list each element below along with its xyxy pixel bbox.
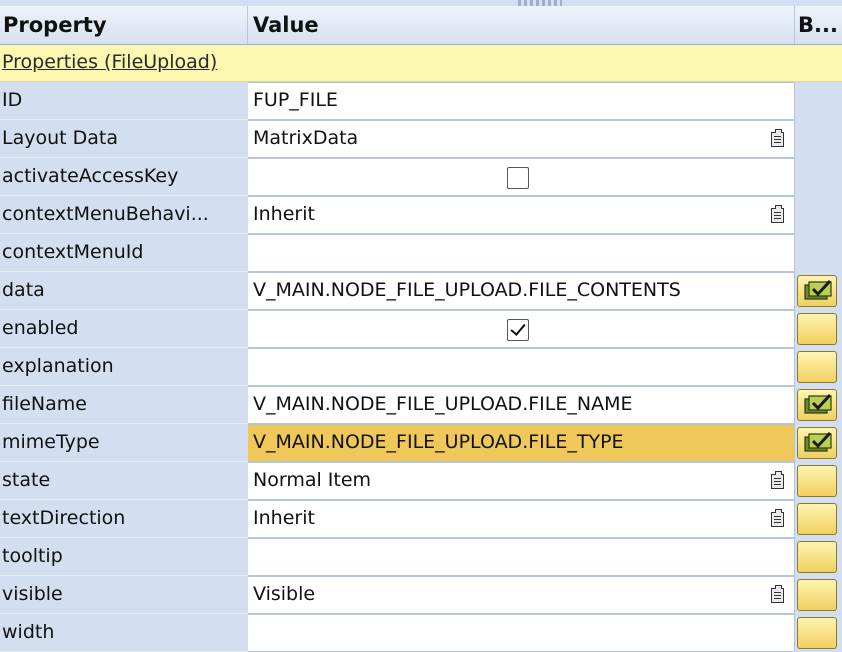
binding-button[interactable] <box>797 313 837 345</box>
binding-button[interactable] <box>797 465 837 497</box>
binding-cell <box>795 386 842 424</box>
property-row[interactable]: width <box>0 614 842 652</box>
binding-button[interactable] <box>797 427 837 459</box>
property-name: tooltip <box>0 538 248 576</box>
property-row[interactable]: state Normal Item <box>0 462 842 500</box>
property-group-header[interactable]: Properties (FileUpload) <box>0 45 842 82</box>
binding-button[interactable] <box>797 389 837 421</box>
binding-cell <box>795 462 842 500</box>
property-row[interactable]: tooltip <box>0 538 842 576</box>
property-name: visible <box>0 576 248 614</box>
property-value-text[interactable] <box>248 348 795 386</box>
property-row[interactable]: contextMenuBehavi... Inherit <box>0 196 842 234</box>
binding-cell <box>795 614 842 652</box>
property-value-text[interactable] <box>248 614 795 652</box>
property-name: contextMenuId <box>0 234 248 272</box>
property-row[interactable]: visible Visible <box>0 576 842 614</box>
binding-cell <box>795 82 842 120</box>
property-row[interactable]: textDirection Inherit <box>0 500 842 538</box>
binding-cell <box>795 234 842 272</box>
binding-button[interactable] <box>797 503 837 535</box>
property-grid-header: Property Value B... <box>0 6 842 45</box>
property-name: fileName <box>0 386 248 424</box>
value-help-icon[interactable] <box>771 129 784 147</box>
property-row[interactable]: data V_MAIN.NODE_FILE_UPLOAD.FILE_CONTENT… <box>0 272 842 310</box>
property-value-text: Inherit <box>253 203 315 225</box>
property-row[interactable]: mimeType V_MAIN.NODE_FILE_UPLOAD.FILE_TYP… <box>0 424 842 462</box>
property-row[interactable]: ID FUP_FILE <box>0 82 842 120</box>
binding-cell <box>795 348 842 386</box>
binding-cell <box>795 120 842 158</box>
property-value-text: V_MAIN.NODE_FILE_UPLOAD.FILE_CONTENTS <box>253 279 681 301</box>
binding-check-icon <box>804 280 832 300</box>
property-row[interactable]: explanation <box>0 348 842 386</box>
binding-check-icon <box>804 394 832 414</box>
property-name: state <box>0 462 248 500</box>
binding-button[interactable] <box>797 617 837 649</box>
property-value-checkbox[interactable] <box>248 158 795 196</box>
property-group-label[interactable]: Properties (FileUpload) <box>2 49 217 75</box>
binding-cell <box>795 424 842 462</box>
property-value-text[interactable] <box>248 538 795 576</box>
column-header-value[interactable]: Value <box>248 6 795 44</box>
property-value-text: Visible <box>253 583 316 605</box>
property-name: textDirection <box>0 500 248 538</box>
column-header-property[interactable]: Property <box>0 6 248 44</box>
binding-button[interactable] <box>797 541 837 573</box>
binding-cell <box>795 272 842 310</box>
property-value-dropdown[interactable]: Normal Item <box>248 462 795 500</box>
property-checkbox[interactable] <box>507 319 529 341</box>
value-help-icon[interactable] <box>771 205 784 223</box>
property-name: enabled <box>0 310 248 348</box>
property-name: data <box>0 272 248 310</box>
property-value-text: Inherit <box>253 507 315 529</box>
binding-button[interactable] <box>797 275 837 307</box>
binding-button[interactable] <box>797 579 837 611</box>
property-row[interactable]: fileName V_MAIN.NODE_FILE_UPLOAD.FILE_NAM… <box>0 386 842 424</box>
property-value-text[interactable]: V_MAIN.NODE_FILE_UPLOAD.FILE_NAME <box>248 386 795 424</box>
property-value-dropdown[interactable]: Inherit <box>248 500 795 538</box>
property-value-text: Normal Item <box>253 469 372 491</box>
binding-cell <box>795 538 842 576</box>
property-rows: ID FUP_FILE Layout Data MatrixData activateA… <box>0 82 842 652</box>
value-help-icon[interactable] <box>771 585 784 603</box>
property-value-dropdown[interactable]: MatrixData <box>248 120 795 158</box>
binding-cell <box>795 158 842 196</box>
property-value-text: V_MAIN.NODE_FILE_UPLOAD.FILE_NAME <box>253 393 633 415</box>
property-value-text[interactable]: V_MAIN.NODE_FILE_UPLOAD.FILE_TYPE <box>248 424 795 462</box>
property-value-text[interactable]: FUP_FILE <box>248 82 795 120</box>
column-header-binding[interactable]: B... <box>795 6 842 44</box>
property-value-text[interactable] <box>248 234 795 272</box>
value-help-icon[interactable] <box>771 471 784 489</box>
property-value-text: FUP_FILE <box>253 89 338 111</box>
property-name: width <box>0 614 248 652</box>
property-row[interactable]: Layout Data MatrixData <box>0 120 842 158</box>
property-value-text[interactable]: V_MAIN.NODE_FILE_UPLOAD.FILE_CONTENTS <box>248 272 795 310</box>
property-value-dropdown[interactable]: Visible <box>248 576 795 614</box>
property-row[interactable]: activateAccessKey <box>0 158 842 196</box>
property-name: contextMenuBehavi... <box>0 196 248 234</box>
binding-check-icon <box>804 432 832 452</box>
property-value-checkbox[interactable] <box>248 310 795 348</box>
binding-cell <box>795 576 842 614</box>
property-name: ID <box>0 82 248 120</box>
binding-button[interactable] <box>797 351 837 383</box>
property-value-text: MatrixData <box>253 127 359 149</box>
binding-cell <box>795 310 842 348</box>
property-name: explanation <box>0 348 248 386</box>
property-name: Layout Data <box>0 120 248 158</box>
property-value-text: V_MAIN.NODE_FILE_UPLOAD.FILE_TYPE <box>253 431 624 453</box>
property-checkbox[interactable] <box>507 167 529 189</box>
property-row[interactable]: contextMenuId <box>0 234 842 272</box>
property-value-dropdown[interactable]: Inherit <box>248 196 795 234</box>
property-name: mimeType <box>0 424 248 462</box>
binding-cell <box>795 196 842 234</box>
property-row[interactable]: enabled <box>0 310 842 348</box>
property-name: activateAccessKey <box>0 158 248 196</box>
binding-cell <box>795 500 842 538</box>
value-help-icon[interactable] <box>771 509 784 527</box>
